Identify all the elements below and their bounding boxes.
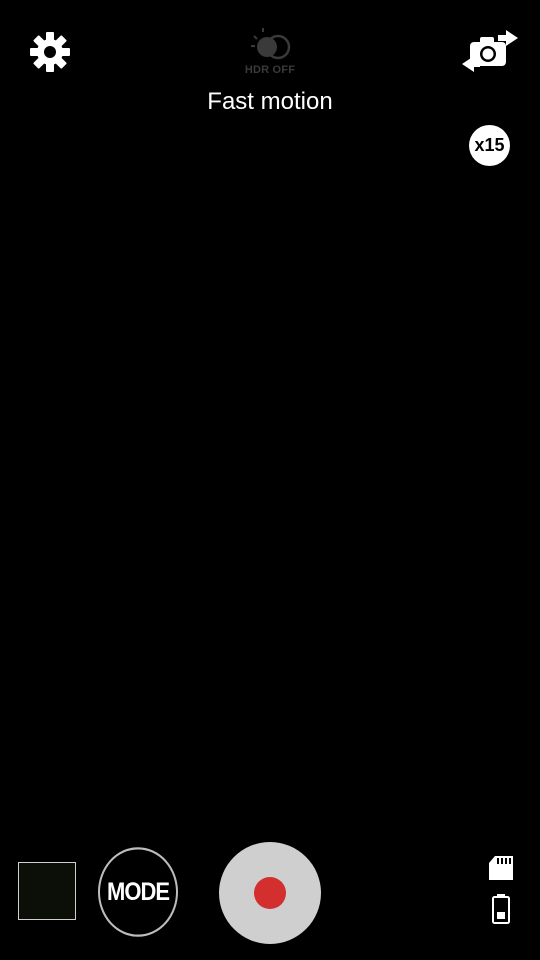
sd-card-icon (489, 856, 513, 880)
record-icon (254, 877, 286, 909)
gallery-thumbnail[interactable] (18, 862, 76, 920)
gear-icon (30, 32, 70, 72)
settings-button[interactable] (28, 30, 72, 74)
mode-button[interactable]: MODE (98, 847, 178, 937)
speed-badge[interactable]: x15 (469, 125, 510, 166)
camera-screen: HDR OFF Fast motion x15 MODE (0, 0, 540, 960)
switch-camera-icon (462, 30, 518, 72)
switch-camera-button[interactable] (460, 28, 520, 74)
hdr-toggle[interactable]: HDR OFF (240, 26, 300, 78)
battery-icon (492, 894, 510, 924)
battery-indicator (490, 893, 512, 925)
hdr-icon (251, 28, 291, 60)
storage-indicator (488, 855, 514, 881)
record-button[interactable] (219, 842, 321, 944)
hdr-label: HDR OFF (244, 64, 296, 76)
mode-title: Fast motion (207, 88, 333, 115)
